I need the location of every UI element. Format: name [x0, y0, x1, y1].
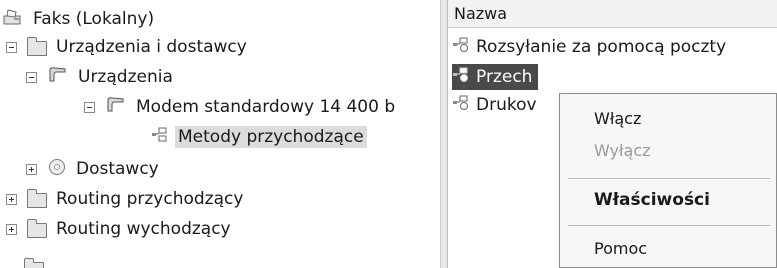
method-icon	[452, 37, 470, 58]
menu-item-enable[interactable]: Włącz	[560, 102, 776, 134]
menu-item-help[interactable]: Pomoc	[560, 232, 776, 264]
expand-toggle[interactable]	[26, 163, 37, 175]
list-item[interactable]: Drukov	[452, 92, 537, 118]
column-header-label: Nazwa	[454, 4, 508, 23]
expand-toggle[interactable]	[6, 223, 17, 235]
folder-icon	[27, 188, 47, 208]
devices-icon	[47, 66, 69, 89]
folder-icon	[27, 218, 47, 238]
menu-item-label: Wyłącz	[594, 140, 651, 160]
folder-icon	[24, 258, 44, 268]
list-item-label: Drukov	[476, 95, 537, 115]
tree-node-label: Faks (Lokalny)	[33, 9, 155, 29]
context-menu[interactable]: Włącz Wyłącz Właściwości Pomoc	[559, 93, 777, 268]
tree-node-devices[interactable]: Urządzenia	[26, 62, 176, 92]
tree-node-label: Metody przychodzące	[175, 126, 367, 148]
tree-node-label: Urządzenia	[78, 67, 173, 87]
tree-node-incoming-methods[interactable]: Metody przychodzące	[151, 122, 367, 152]
tree-node-label: Modem standardowy 14 400 b	[136, 97, 396, 117]
tree-node-routing-out[interactable]: Routing wychodzący	[6, 214, 234, 244]
collapse-toggle[interactable]	[84, 101, 95, 113]
menu-item-label: Pomoc	[594, 238, 648, 258]
pane-splitter[interactable]	[440, 0, 448, 268]
provider-icon	[47, 158, 67, 181]
tree-node-modem[interactable]: Modem standardowy 14 400 b	[84, 92, 398, 122]
tree-node-routing-in[interactable]: Routing przychodzący	[6, 184, 246, 214]
tree-node-root[interactable]: Faks (Lokalny)	[2, 4, 157, 34]
list-item-label: Przech	[476, 67, 533, 87]
menu-item-disable: Wyłącz	[560, 134, 776, 166]
menu-item-label: Właściwości	[594, 190, 710, 210]
method-icon	[452, 95, 470, 116]
menu-separator	[568, 225, 770, 227]
method-icon	[452, 67, 470, 88]
list-item[interactable]: Rozsyłanie za pomocą poczty	[452, 34, 726, 60]
fax-icon	[2, 8, 24, 31]
list-item-label: Rozsyłanie za pomocą poczty	[476, 37, 727, 57]
menu-separator	[568, 178, 770, 180]
expand-toggle[interactable]	[6, 193, 17, 205]
tree-node-label: Dostawcy	[76, 159, 159, 179]
tree-node-label: Routing przychodzący	[56, 189, 244, 209]
tree-node-label: Routing wychodzący	[56, 219, 231, 239]
modem-icon	[105, 96, 127, 119]
menu-item-label: Włącz	[594, 108, 642, 128]
column-header-name[interactable]: Nazwa	[448, 0, 777, 28]
collapse-toggle[interactable]	[6, 41, 17, 53]
collapse-toggle[interactable]	[26, 71, 37, 83]
tree-node-partial	[24, 258, 44, 268]
menu-item-properties[interactable]: Właściwości	[560, 184, 776, 216]
tree-pane[interactable]: Faks (Lokalny) Urządzenia i dostawcy Urz…	[0, 0, 440, 268]
tree-node-label: Urządzenia i dostawcy	[56, 37, 247, 57]
folder-icon	[27, 36, 47, 56]
method-icon	[151, 127, 169, 148]
tree-node-providers[interactable]: Dostawcy	[26, 154, 162, 184]
list-item-selected[interactable]: Przech	[452, 64, 539, 90]
tree-node-devices-providers[interactable]: Urządzenia i dostawcy	[6, 32, 250, 62]
